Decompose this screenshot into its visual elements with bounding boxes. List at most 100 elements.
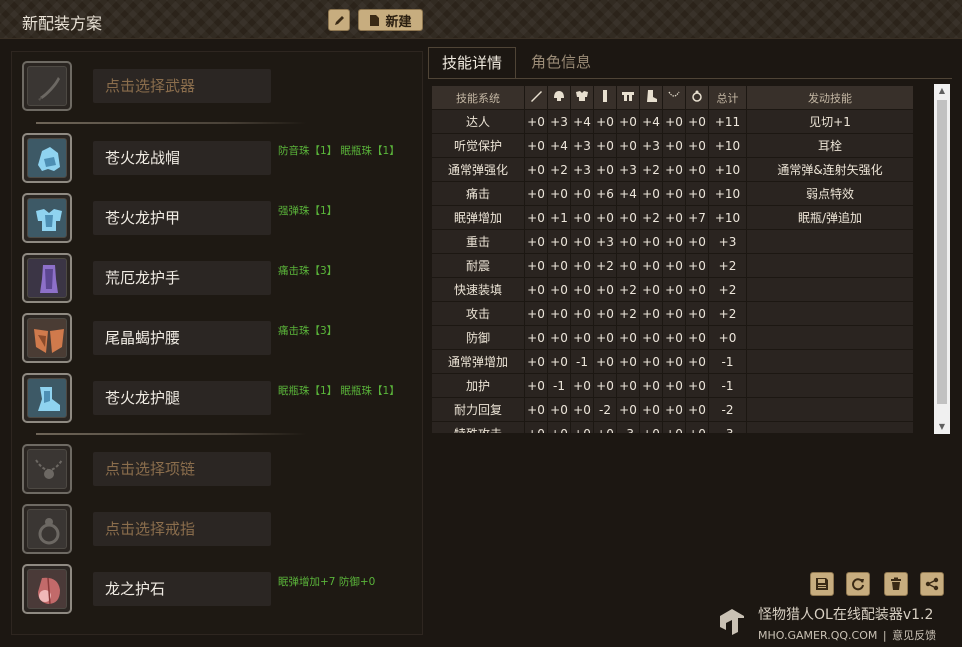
helmet-name[interactable]: 苍火龙战帽 — [93, 141, 271, 175]
scroll-thumb[interactable] — [937, 100, 947, 404]
legs-slot-bg — [27, 378, 67, 418]
skill-point-cell: +3 — [594, 230, 616, 253]
waist-name[interactable]: 尾晶蝎护腰 — [93, 321, 271, 355]
footer-separator: | — [882, 629, 887, 642]
chest-jewels: 强弹珠【1】 — [278, 205, 338, 217]
skill-point-cell: +0 — [548, 398, 570, 421]
ring-name[interactable]: 点击选择戒指 — [93, 512, 271, 546]
header-arms — [594, 86, 616, 109]
arms-name[interactable]: 荒厄龙护手 — [93, 261, 271, 295]
necklace-name[interactable]: 点击选择项链 — [93, 452, 271, 486]
activated-skill-cell — [747, 350, 913, 373]
skill-point-cell: +0 — [686, 326, 708, 349]
ring-slot[interactable]: 点击选择戒指 — [22, 504, 422, 556]
table-row: 通常弹强化 +0 +2 +3 +0 +3 +2 +0 +0 +10 通常弹&连射矢强化 — [432, 158, 913, 181]
skill-point-cell: +0 — [617, 206, 639, 229]
skill-point-cell: +0 — [594, 278, 616, 301]
legs-slot-frame[interactable] — [22, 373, 72, 423]
skill-point-cell: -1 — [571, 350, 593, 373]
save-button[interactable] — [810, 572, 834, 596]
waist-armor-icon — [34, 329, 64, 353]
talisman-name[interactable]: 龙之护石 — [93, 572, 271, 606]
talisman-slot[interactable]: 龙之护石 眠弹增加+7 防御+0 — [22, 564, 422, 616]
header-activated-skill[interactable]: 发动技能 — [747, 86, 913, 109]
skill-point-cell: +0 — [594, 326, 616, 349]
arms-slot-frame[interactable] — [22, 253, 72, 303]
activated-skill-cell — [747, 326, 913, 349]
scroll-up-icon[interactable]: ▲ — [934, 84, 950, 98]
skill-point-cell: +0 — [686, 134, 708, 157]
tencent-logo-icon — [720, 609, 744, 635]
necklace-slot[interactable]: 点击选择项链 — [22, 444, 422, 496]
activated-skill-cell: 通常弹&连射矢强化 — [747, 158, 913, 181]
necklace-slot-frame[interactable] — [22, 444, 72, 494]
new-plan-button[interactable]: 新建 — [358, 9, 423, 31]
skill-point-cell: +0 — [663, 398, 685, 421]
table-row: 快速装填 +0 +0 +0 +0 +2 +0 +0 +0 +2 — [432, 278, 913, 301]
weapon-slot-frame[interactable] — [22, 61, 72, 111]
necklace-icon — [35, 459, 63, 479]
site-link[interactable]: MHO.GAMER.QQ.COM — [758, 629, 877, 642]
chest-slot-frame[interactable] — [22, 193, 72, 243]
waist-jewels: 痛击珠【3】 — [278, 325, 338, 337]
helmet-slot[interactable]: 苍火龙战帽 防音珠【1】 眠瓶珠【1】 — [22, 133, 422, 185]
ring-slot-frame[interactable] — [22, 504, 72, 554]
skill-point-cell: +0 — [663, 134, 685, 157]
skill-point-cell: +0 — [525, 230, 547, 253]
tab-skill-details[interactable]: 技能详情 — [428, 47, 516, 79]
refresh-button[interactable] — [846, 572, 870, 596]
talisman-skills: 眠弹增加+7 防御+0 — [278, 576, 376, 588]
total-cell: +10 — [709, 182, 746, 205]
skill-point-cell: +0 — [525, 254, 547, 277]
talisman-slot-frame[interactable] — [22, 564, 72, 614]
waist-slot[interactable]: 尾晶蝎护腰 痛击珠【3】 — [22, 313, 422, 365]
skill-point-cell: +0 — [617, 230, 639, 253]
chest-name[interactable]: 苍火龙护甲 — [93, 201, 271, 235]
skill-point-cell: -2 — [594, 398, 616, 421]
refresh-icon — [852, 578, 864, 591]
necklace-icon — [668, 91, 680, 97]
skill-point-cell: +3 — [571, 134, 593, 157]
skill-point-cell: +0 — [548, 350, 570, 373]
share-button[interactable] — [920, 572, 944, 596]
skill-point-cell: +0 — [640, 302, 662, 325]
waist-slot-frame[interactable] — [22, 313, 72, 363]
legs-name[interactable]: 苍火龙护腿 — [93, 381, 271, 415]
new-plan-label: 新建 — [385, 14, 412, 30]
helmet-slot-frame[interactable] — [22, 133, 72, 183]
skill-point-cell: +0 — [663, 422, 685, 433]
skill-point-cell: +0 — [617, 398, 639, 421]
table-row: 听觉保护 +0 +4 +3 +0 +0 +3 +0 +0 +10 耳栓 — [432, 134, 913, 157]
skill-point-cell: +3 — [548, 110, 570, 133]
talisman-slot-bg — [27, 569, 67, 609]
edit-title-button[interactable] — [328, 9, 350, 31]
leg-armor-icon — [647, 90, 657, 102]
activated-skill-cell — [747, 422, 913, 433]
skill-point-cell: +0 — [640, 230, 662, 253]
tab-character-info[interactable]: 角色信息 — [518, 47, 604, 78]
title-bar: 新配装方案 新建 — [0, 0, 962, 39]
skill-table-container: 技能系统 总计 发动技能 达人 +0 +3 +4 +0 +0 +4 +0 +0 +11 见切+1 听觉… — [431, 85, 933, 433]
activated-skill-cell: 耳栓 — [747, 134, 913, 157]
skill-table: 技能系统 总计 发动技能 达人 +0 +3 +4 +0 +0 +4 +0 +0 +11 见切+1 听觉… — [431, 85, 914, 433]
delete-button[interactable] — [884, 572, 908, 596]
skill-point-cell: +0 — [686, 422, 708, 433]
skill-point-cell: +0 — [640, 422, 662, 433]
waist-armor-icon — [622, 92, 634, 101]
scroll-down-icon[interactable]: ▼ — [934, 420, 950, 434]
chest-slot[interactable]: 苍火龙护甲 强弹珠【1】 — [22, 193, 422, 245]
table-scrollbar[interactable]: ▲ ▼ — [934, 84, 950, 434]
header-skill-system[interactable]: 技能系统 — [432, 86, 524, 109]
arms-jewels: 痛击珠【3】 — [278, 265, 338, 277]
arms-slot[interactable]: 荒厄龙护手 痛击珠【3】 — [22, 253, 422, 305]
skill-point-cell: +0 — [686, 374, 708, 397]
skill-point-cell: +3 — [617, 158, 639, 181]
weapon-name[interactable]: 点击选择武器 — [93, 69, 271, 103]
waist-slot-bg — [27, 318, 67, 358]
weapon-slot[interactable]: 点击选择武器 — [22, 61, 422, 113]
total-cell: -1 — [709, 350, 746, 373]
feedback-link[interactable]: 意见反馈 — [892, 629, 936, 642]
header-total[interactable]: 总计 — [709, 86, 746, 109]
legs-slot[interactable]: 苍火龙护腿 眠瓶珠【1】 眠瓶珠【1】 — [22, 373, 422, 425]
skill-point-cell: +0 — [525, 134, 547, 157]
